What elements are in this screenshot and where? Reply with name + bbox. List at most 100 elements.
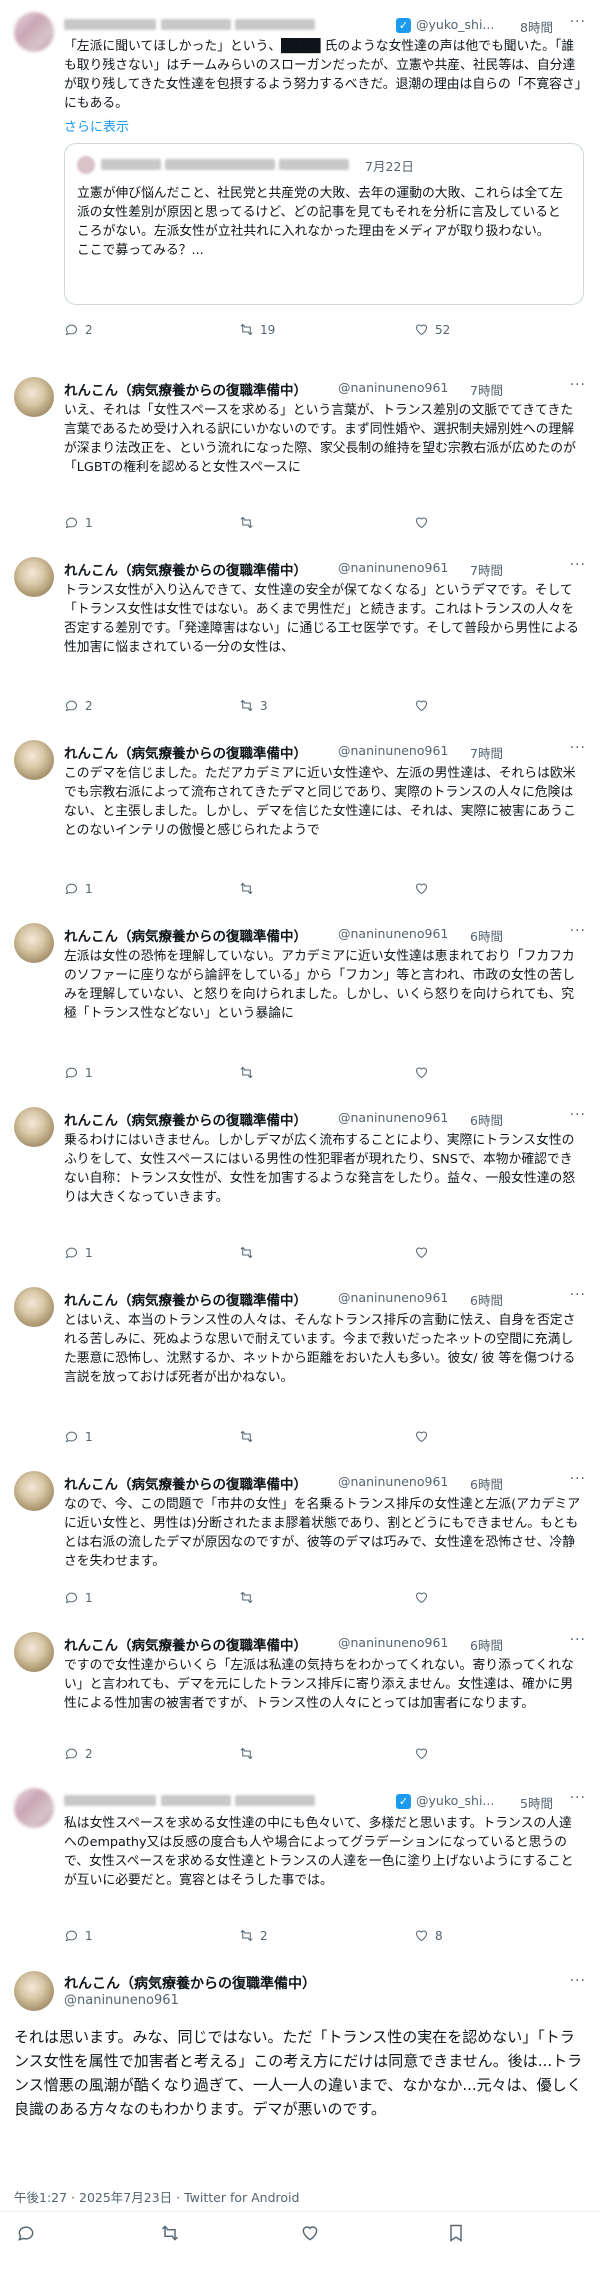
avatar[interactable] — [14, 923, 54, 963]
reply-button[interactable] — [16, 2223, 36, 2247]
repost-button[interactable] — [160, 2223, 180, 2247]
show-more-link[interactable]: さらに表示 — [64, 116, 129, 135]
author-name[interactable]: れんこん（病気療養からの復職準備中） — [64, 742, 307, 762]
author-name[interactable]: れんこん（病気療養からの復職準備中） — [64, 379, 307, 399]
like-button[interactable] — [414, 1590, 435, 1605]
repost-button[interactable] — [239, 1245, 260, 1260]
author-handle[interactable]: @naninuneno961 — [64, 1993, 179, 2008]
repost-button[interactable]: 2 — [239, 1928, 268, 1943]
more-icon[interactable]: ··· — [570, 377, 586, 393]
author-name[interactable]: れんこん（病気療養からの復職準備中） — [64, 1109, 307, 1129]
tweet-time[interactable]: 7時間 — [470, 560, 503, 579]
tweet-time[interactable]: 6時間 — [470, 1290, 503, 1309]
like-icon — [415, 1431, 428, 1443]
author-name[interactable]: れんこん（病気療養からの復職準備中） — [64, 925, 307, 945]
author-handle[interactable]: @naninuneno961 — [338, 926, 448, 941]
reply-count: 1 — [85, 1245, 93, 1260]
author-handle[interactable]: @naninuneno961 — [338, 1474, 448, 1489]
repost-button[interactable] — [239, 1429, 260, 1444]
like-button[interactable] — [300, 2223, 320, 2247]
tweet-time[interactable]: 5時間 — [520, 1793, 553, 1812]
author-handle[interactable]: @naninuneno961 — [338, 1635, 448, 1650]
like-button[interactable]: 52 — [414, 322, 450, 337]
tweet-body: トランス女性が入り込んできて、女性達の安全が保てなくなる」というデマです。そして… — [64, 583, 579, 655]
tweet-handle[interactable]: @yuko_shi... — [416, 1793, 494, 1808]
like-button[interactable] — [414, 881, 435, 896]
repost-button[interactable] — [239, 1590, 260, 1605]
reply-button[interactable]: 2 — [64, 322, 93, 337]
like-button[interactable] — [414, 1065, 435, 1080]
tweet-time[interactable]: 6時間 — [470, 926, 503, 945]
author-handle[interactable]: @naninuneno961 — [338, 560, 448, 575]
avatar[interactable] — [14, 1287, 54, 1327]
repost-button[interactable] — [239, 1065, 260, 1080]
reply-count: 1 — [85, 1590, 93, 1605]
reply-button[interactable]: 1 — [64, 1590, 93, 1605]
more-icon[interactable]: ··· — [570, 557, 586, 573]
like-button[interactable] — [414, 1245, 435, 1260]
tweet-meta[interactable]: 午後1:27 · 2025年7月23日 · Twitter for Androi… — [14, 2187, 299, 2206]
like-button[interactable] — [414, 515, 435, 530]
like-button[interactable] — [414, 1429, 435, 1444]
more-icon[interactable]: ··· — [570, 1790, 586, 1806]
reply-button[interactable]: 1 — [64, 1245, 93, 1260]
avatar[interactable] — [14, 1107, 54, 1147]
author-name[interactable]: れんこん（病気療養からの復職準備中） — [64, 559, 307, 579]
author-name[interactable]: れんこん（病気療養からの復職準備中） — [64, 1634, 307, 1654]
repost-button[interactable] — [239, 515, 260, 530]
action-bar: 2 — [64, 1746, 584, 1766]
tweet-body: 左派は女性の恐怖を理解していない。アカデミアに近い女性達は恵まれており「フカフカ… — [64, 949, 575, 1021]
author-handle[interactable]: @naninuneno961 — [338, 743, 448, 758]
reply-button[interactable]: 1 — [64, 1065, 93, 1080]
repost-button[interactable]: 19 — [239, 322, 275, 337]
author-handle[interactable]: @naninuneno961 — [338, 1110, 448, 1125]
avatar[interactable] — [14, 12, 54, 52]
repost-icon — [240, 323, 253, 336]
tweet-body: とはいえ、本当のトランス性の人々は、そんなトランス排斥の言動に怯え、自身を否定さ… — [64, 1313, 576, 1385]
repost-button[interactable] — [239, 1746, 260, 1761]
avatar[interactable] — [14, 377, 54, 417]
tweet-time[interactable]: 6時間 — [470, 1635, 503, 1654]
author-handle[interactable]: @naninuneno961 — [338, 1290, 448, 1305]
like-count: 8 — [435, 1928, 443, 1943]
repost-icon — [240, 1430, 253, 1443]
more-icon[interactable]: ··· — [570, 740, 586, 756]
reply-button[interactable]: 2 — [64, 1746, 93, 1761]
avatar[interactable] — [14, 557, 54, 597]
reply-button[interactable]: 1 — [64, 1928, 93, 1943]
avatar[interactable] — [14, 1971, 54, 2011]
reply-button[interactable]: 1 — [64, 1429, 93, 1444]
repost-button[interactable] — [239, 881, 260, 896]
tweet-time[interactable]: 6時間 — [470, 1474, 503, 1493]
more-icon[interactable]: ··· — [570, 1287, 586, 1303]
author-name[interactable]: れんこん（病気療養からの復職準備中） — [64, 1473, 307, 1493]
avatar[interactable] — [14, 1632, 54, 1672]
author-name[interactable]: れんこん（病気療養からの復職準備中） — [64, 1289, 307, 1309]
more-icon[interactable]: ··· — [570, 1632, 586, 1648]
reply-count: 1 — [85, 1928, 93, 1943]
like-button[interactable]: 8 — [414, 1928, 443, 1943]
repost-button[interactable]: 3 — [239, 698, 268, 713]
reply-button[interactable]: 1 — [64, 881, 93, 896]
more-icon[interactable]: ··· — [570, 1471, 586, 1487]
more-icon[interactable]: ··· — [570, 923, 586, 939]
author-handle[interactable]: @naninuneno961 — [338, 380, 448, 395]
tweet-time[interactable]: 7時間 — [470, 380, 503, 399]
tweet-handle[interactable]: @yuko_shi... — [416, 17, 494, 32]
quoted-tweet[interactable]: 7月22日 立憲が伸び悩んだこと、社民党と共産党の大敗、去年の運動の大敗、これら… — [64, 143, 584, 305]
reply-button[interactable]: 1 — [64, 515, 93, 530]
tweet-time[interactable]: 6時間 — [470, 1110, 503, 1129]
like-button[interactable] — [414, 1746, 435, 1761]
tweet-time[interactable]: 7時間 — [470, 743, 503, 762]
avatar[interactable] — [14, 740, 54, 780]
bookmark-button[interactable] — [446, 2223, 466, 2247]
author-name[interactable]: れんこん（病気療養からの復職準備中） — [64, 1973, 316, 1993]
like-button[interactable] — [414, 698, 435, 713]
tweet-time[interactable]: 8時間 — [520, 17, 553, 36]
avatar[interactable] — [14, 1788, 54, 1828]
reply-button[interactable]: 2 — [64, 698, 93, 713]
more-icon[interactable]: ··· — [570, 1973, 586, 1989]
more-icon[interactable]: ··· — [570, 1107, 586, 1123]
avatar[interactable] — [14, 1471, 54, 1511]
more-icon[interactable]: ··· — [570, 14, 586, 30]
